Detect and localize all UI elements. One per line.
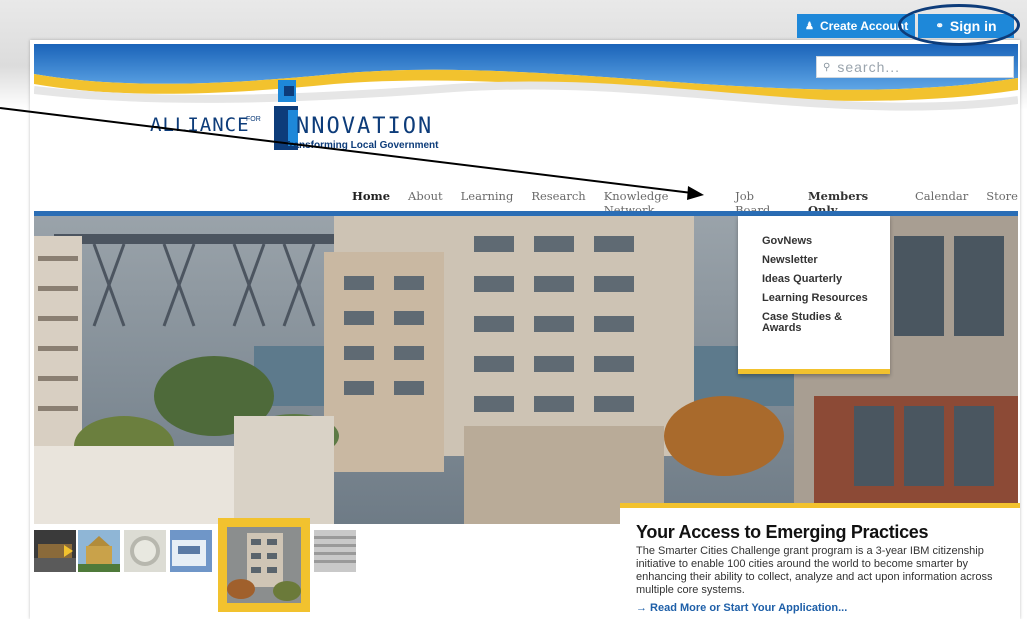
annotation-arrow — [0, 107, 704, 200]
